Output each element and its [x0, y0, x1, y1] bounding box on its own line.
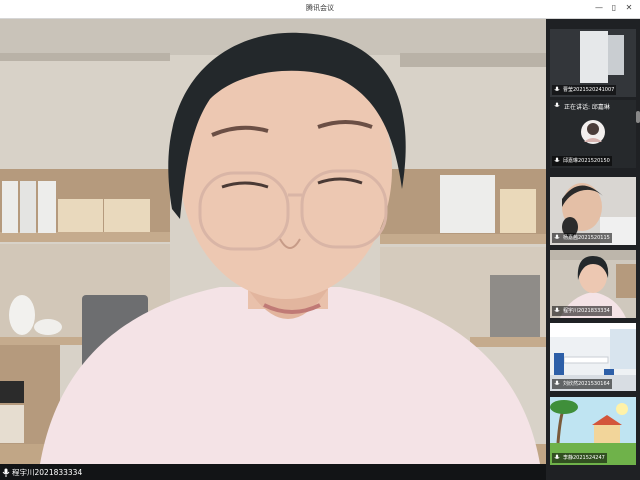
main-video-name-bar: 程宇川2021833334 [0, 464, 546, 480]
main-participant-name: 程宇川2021833334 [12, 467, 83, 477]
participant-name: 邱嘉琳2021520150 [563, 158, 610, 164]
participant-tile[interactable]: 曹莹2021520241007 [550, 29, 636, 97]
restore-icon[interactable]: ▯ [609, 2, 619, 14]
participant-label: 程宇川2021833334 [552, 306, 612, 316]
meeting-window: 腾讯会议 — ▯ ✕ 程宇川2021833334 曹莹2021520241007… [0, 0, 640, 480]
microphone-icon [554, 86, 562, 95]
participant-tile[interactable]: 正在讲话: 邱嘉琳 邱嘉琳2021520150 [550, 100, 636, 168]
participant-tile[interactable]: 刘欣然2021530164 [550, 323, 636, 391]
participant-panel: 曹莹2021520241007 正在讲话: 邱嘉琳 邱嘉琳2021520150 [546, 19, 640, 480]
participant-name: 李静2021524247 [563, 455, 605, 461]
microphone-icon [554, 157, 562, 166]
participant-tile[interactable]: 李静2021524247 [550, 397, 636, 465]
participant-label: 刘欣然2021530164 [552, 379, 612, 389]
participant-name: 程宇川2021833334 [563, 308, 610, 314]
participant-tile[interactable]: 杨嘉茜2021520115 [550, 177, 636, 245]
microphone-icon [554, 307, 562, 316]
participant-name: 刘欣然2021530164 [563, 381, 610, 387]
main-participant-label: 程宇川2021833334 [2, 466, 82, 478]
microphone-icon [2, 468, 10, 477]
microphone-icon [554, 234, 562, 243]
minimize-icon[interactable]: — [594, 2, 604, 14]
microphone-icon [554, 380, 562, 389]
title-bar: 腾讯会议 — ▯ ✕ [0, 0, 640, 19]
close-icon[interactable]: ✕ [624, 2, 634, 14]
main-video[interactable] [0, 19, 546, 464]
window-controls: — ▯ ✕ [594, 2, 634, 14]
participant-label: 李静2021524247 [552, 453, 607, 463]
microphone-icon [554, 454, 562, 463]
participant-label: 邱嘉琳2021520150 [552, 156, 612, 166]
panel-scrollbar[interactable] [636, 111, 640, 123]
main-video-frame [0, 19, 546, 464]
participant-label: 杨嘉茜2021520115 [552, 233, 612, 243]
participant-name: 曹莹2021520241007 [563, 87, 615, 93]
participant-label: 曹莹2021520241007 [552, 85, 617, 95]
participant-tile[interactable]: 程宇川2021833334 [550, 250, 636, 318]
window-title: 腾讯会议 [306, 4, 334, 12]
participant-name: 杨嘉茜2021520115 [563, 235, 610, 241]
